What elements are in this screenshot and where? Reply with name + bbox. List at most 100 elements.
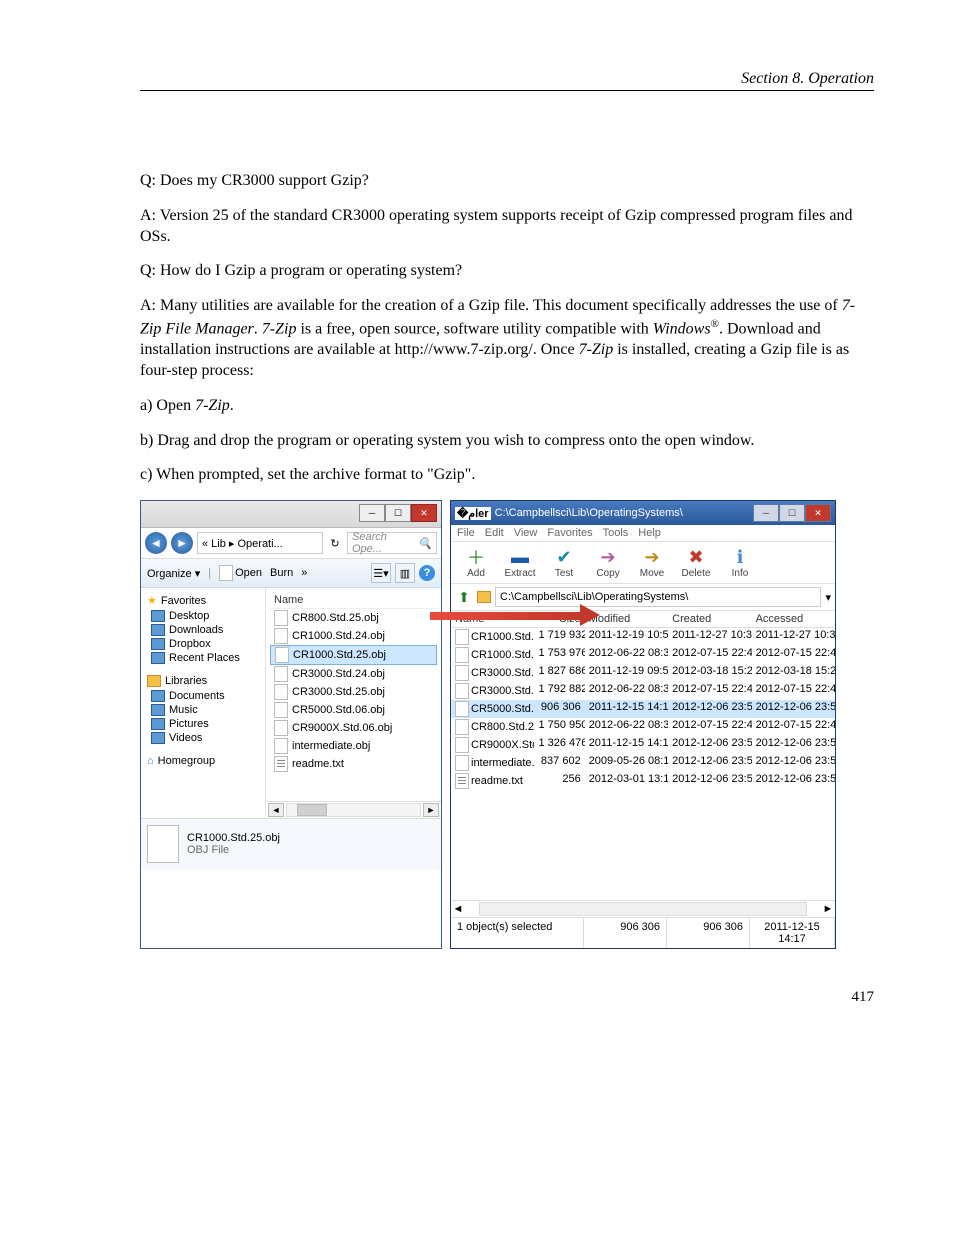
column-header[interactable]: Accessed [752,613,835,625]
file-row[interactable]: CR1000.Std.25.obj [270,645,437,665]
up-folder-button[interactable]: ⬆ [455,588,473,606]
preview-pane-button[interactable]: ▥ [395,563,415,583]
open-button[interactable]: Open [219,565,262,581]
sevenzip-toolbar: ＋Add▬Extract✔Test➔Copy➔Move✖DeleteℹInfo [451,542,835,584]
sevenzip-path-input[interactable] [495,587,821,607]
add-button[interactable]: ＋Add [457,546,495,579]
file-icon [274,756,288,772]
maximize-button[interactable]: ☐ [385,504,411,522]
file-icon [274,666,288,682]
nav-item[interactable]: Downloads [143,623,263,637]
file-row[interactable]: intermediate...837 6022009-05-26 08:1120… [451,754,835,772]
favorites-group[interactable]: ★Favorites [143,592,263,609]
maximize-button[interactable]: ☐ [779,504,805,522]
file-row[interactable]: CR800.Std.25.obj [270,609,437,627]
column-header-name[interactable]: Name [270,592,437,609]
copy-button[interactable]: ➔Copy [589,546,627,579]
libraries-group[interactable]: Libraries [143,673,263,689]
file-icon [274,684,288,700]
search-placeholder: Search Ope... [352,531,418,555]
file-row[interactable]: CR800.Std.2...1 750 9502012-06-22 08:352… [451,718,835,736]
column-header[interactable]: Created [668,613,751,625]
nav-item[interactable]: Music [143,703,263,717]
scroll-right-button[interactable]: ► [423,803,439,817]
scroll-thumb[interactable] [297,804,327,816]
minimize-button[interactable]: ─ [753,504,779,522]
sevenzip-hscroll[interactable]: ◄ ► [451,900,835,917]
nav-back-button[interactable]: ◄ [145,532,167,554]
menu-tools[interactable]: Tools [603,527,629,539]
file-row[interactable]: CR1000.Std....1 753 9762012-06-22 08:362… [451,646,835,664]
menu-favorites[interactable]: Favorites [547,527,592,539]
address-bar[interactable]: « Lib ▸ Operati... [197,532,323,554]
file-row[interactable]: CR1000.Std....1 719 9322011-12-19 10:562… [451,628,835,646]
file-icon [455,701,469,717]
search-input[interactable]: Search Ope... 🔍 [347,532,437,554]
a2-mid2: is a free, open source, software utility… [296,320,652,337]
file-icon [455,647,469,663]
menu-edit[interactable]: Edit [485,527,504,539]
nav-icon [151,732,165,744]
file-row[interactable]: CR9000X.Std.06.obj [270,719,437,737]
move-button[interactable]: ➔Move [633,546,671,579]
file-row[interactable]: CR5000.Std....906 3062011-12-15 14:17201… [451,700,835,718]
sevenzip-app-icon: �امer [455,507,491,520]
column-header[interactable]: Modified [585,613,668,625]
organize-menu[interactable]: Organize ▾ [147,567,200,580]
nav-forward-button[interactable]: ► [171,532,193,554]
help-icon[interactable]: ? [419,565,435,581]
path-dropdown-icon[interactable]: ▾ [825,591,831,604]
file-row[interactable]: CR3000.Std....1 792 8822012-06-22 08:372… [451,682,835,700]
test-icon: ✔ [553,546,575,568]
nav-item[interactable]: Dropbox [143,637,263,651]
nav-icon [151,690,165,702]
sevenzip-window: �امer C:\Campbellsci\Lib\OperatingSystem… [450,500,836,949]
toolbar-overflow[interactable]: » [301,567,307,579]
menu-help[interactable]: Help [638,527,661,539]
folder-icon [477,591,491,603]
minimize-button[interactable]: ─ [359,504,385,522]
file-icon [274,720,288,736]
file-row[interactable]: CR9000X.Std...1 326 4762011-12-15 14:172… [451,736,835,754]
close-button[interactable]: ✕ [411,504,437,522]
file-row[interactable]: readme.txt [270,755,437,773]
nav-item[interactable]: Documents [143,689,263,703]
nav-item[interactable]: Pictures [143,717,263,731]
horizontal-scrollbar[interactable]: ◄ ► [266,801,441,818]
column-header[interactable]: Name [451,613,534,625]
file-row[interactable]: CR5000.Std.06.obj [270,701,437,719]
file-icon [275,647,289,663]
menu-view[interactable]: View [514,527,538,539]
step-a-post: . [230,397,234,414]
file-icon [455,737,469,753]
nav-item[interactable]: Recent Places [143,651,263,665]
info-button[interactable]: ℹInfo [721,546,759,579]
file-row[interactable]: readme.txt2562012-03-01 13:152012-12-06 … [451,772,835,790]
extract-button[interactable]: ▬Extract [501,546,539,579]
step-c: c) When prompted, set the archive format… [140,465,874,486]
file-type-icon [147,825,179,863]
file-row[interactable]: CR3000.Std.24.obj [270,665,437,683]
column-header[interactable]: Size [534,613,584,625]
file-icon [455,629,469,645]
menu-file[interactable]: File [457,527,475,539]
delete-button[interactable]: ✖Delete [677,546,715,579]
file-row[interactable]: CR1000.Std.24.obj [270,627,437,645]
refresh-icon[interactable]: ↻ [327,537,343,550]
test-button[interactable]: ✔Test [545,546,583,579]
scroll-left-button[interactable]: ◄ [268,803,284,817]
step-a: a) Open 7-Zip. [140,396,874,417]
file-row[interactable]: intermediate.obj [270,737,437,755]
burn-button[interactable]: Burn [270,567,293,579]
copy-icon: ➔ [597,546,619,568]
file-row[interactable]: CR3000.Std....1 827 6862011-12-19 09:572… [451,664,835,682]
close-button[interactable]: ✕ [805,504,831,522]
nav-icon [151,638,165,650]
nav-item[interactable]: Videos [143,731,263,745]
move-icon: ➔ [641,546,663,568]
search-icon: 🔍 [418,537,432,550]
file-row[interactable]: CR3000.Std.25.obj [270,683,437,701]
homegroup[interactable]: ⌂Homegroup [143,753,263,769]
view-options-button[interactable]: ☰▾ [371,563,391,583]
nav-item[interactable]: Desktop [143,609,263,623]
